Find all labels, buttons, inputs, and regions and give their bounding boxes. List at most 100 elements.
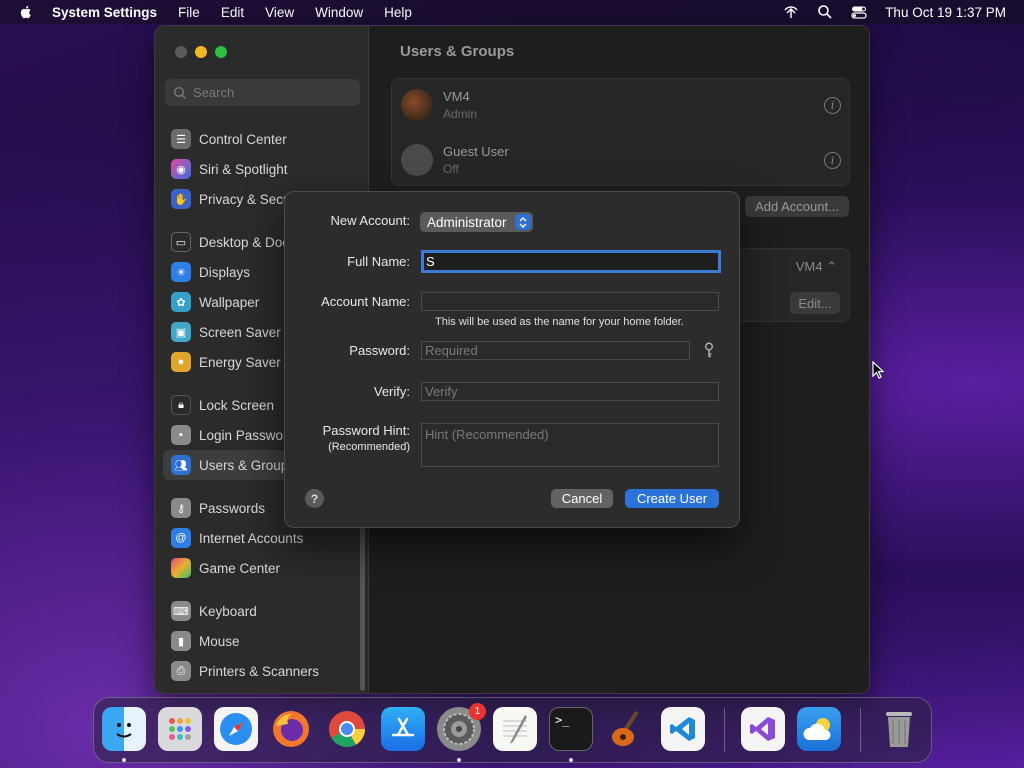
network-icon[interactable] [783, 4, 799, 20]
sidebar-item-label: Keyboard [199, 603, 257, 619]
apple-icon[interactable] [18, 4, 34, 20]
mouse-cursor-icon [872, 361, 884, 379]
close-button[interactable] [175, 46, 187, 58]
menu-app-name[interactable]: System Settings [52, 5, 157, 20]
sidebar-item-label: Desktop & Dock [199, 234, 296, 250]
chevron-updown-icon [515, 214, 531, 230]
control-center-icon[interactable] [851, 4, 867, 20]
account-name-hint: This will be used as the name for your h… [435, 316, 684, 328]
create-user-button[interactable]: Create User [625, 489, 719, 508]
menu-bar: System Settings File Edit View Window He… [0, 0, 1024, 24]
info-icon[interactable]: i [824, 151, 841, 169]
password-hint-label: Password Hint: [322, 423, 410, 438]
trash-icon[interactable] [877, 707, 921, 751]
help-button[interactable]: ? [305, 489, 324, 508]
app-store-icon[interactable] [381, 707, 425, 751]
avatar [401, 144, 433, 176]
password-field[interactable]: Required [421, 341, 690, 360]
menu-view[interactable]: View [265, 5, 294, 20]
menu-help[interactable]: Help [384, 5, 412, 20]
user-row-guest[interactable]: Guest User Off i [401, 138, 841, 182]
add-account-button[interactable]: Add Account... [745, 196, 849, 217]
vscode-icon[interactable] [661, 707, 705, 751]
chrome-icon[interactable] [325, 707, 369, 751]
account-type-popup[interactable]: Administrator [420, 212, 533, 232]
search-icon[interactable] [817, 4, 833, 20]
search-icon [173, 86, 187, 99]
account-type-value: Administrator [427, 214, 507, 230]
launchpad-icon[interactable] [158, 707, 202, 751]
dock-icon: ▭ [171, 232, 191, 252]
textedit-icon[interactable] [493, 707, 537, 751]
full-name-label: Full Name: [347, 254, 410, 269]
sidebar-item-label: Printers & Scanners [199, 663, 320, 679]
auto-login-value: VM4 [795, 259, 823, 274]
safari-icon[interactable] [214, 707, 258, 751]
verify-label: Verify: [373, 384, 410, 399]
game-center-icon [171, 558, 191, 578]
sidebar-item-mouse[interactable]: ▮ Mouse [163, 626, 363, 656]
key-icon: ⚷ [171, 498, 191, 518]
lock-icon: 🔒︎ [171, 395, 191, 415]
control-center-icon: ☰ [171, 129, 191, 149]
menu-clock[interactable]: Thu Oct 19 1:37 PM [885, 5, 1006, 20]
minimize-button[interactable] [195, 46, 207, 58]
user-role: Off [443, 162, 459, 176]
garageband-icon[interactable] [605, 707, 649, 751]
keyboard-icon: ⌨ [171, 601, 191, 621]
zoom-button[interactable] [215, 46, 227, 58]
menu-edit[interactable]: Edit [221, 5, 244, 20]
sidebar-scrollbar[interactable] [360, 526, 365, 691]
menu-file[interactable]: File [178, 5, 200, 20]
sidebar-item-label: Displays [199, 264, 251, 280]
sidebar-item-label: Login Password [199, 427, 296, 443]
info-icon[interactable]: i [824, 96, 841, 114]
verify-field[interactable]: Verify [421, 382, 719, 401]
auto-login-select[interactable]: VM4 ⌃ [796, 259, 837, 275]
cancel-button[interactable]: Cancel [551, 489, 613, 508]
firefox-icon[interactable] [269, 707, 313, 751]
sidebar-item-label: Users & Groups [199, 457, 296, 473]
weather-icon[interactable] [797, 707, 841, 751]
password-label: Password: [349, 343, 410, 358]
sidebar-item-game-center[interactable]: Game Center [163, 553, 363, 583]
terminal-icon[interactable]: >_ [549, 707, 593, 751]
at-icon: @ [171, 528, 191, 548]
sidebar-search[interactable]: Search [165, 79, 360, 106]
key-icon[interactable] [703, 342, 715, 359]
sidebar-item-control-center[interactable]: ☰ Control Center [163, 124, 363, 154]
password-hint-sublabel: (Recommended) [328, 441, 410, 453]
menu-window[interactable]: Window [315, 5, 363, 20]
hint-placeholder: Hint (Recommended) [425, 427, 549, 442]
user-name: Guest User [443, 144, 509, 159]
finder-icon[interactable] [102, 707, 146, 751]
new-account-label: New Account: [330, 213, 411, 228]
account-name-label: Account Name: [321, 294, 410, 309]
sidebar-item-printers[interactable]: ⎙ Printers & Scanners [163, 656, 363, 686]
user-row-vm4[interactable]: VM4 Admin i [401, 83, 841, 127]
flower-icon: ✿ [171, 292, 191, 312]
password-placeholder: Required [425, 343, 478, 358]
sidebar-item-label: Passwords [199, 500, 266, 516]
visual-studio-icon[interactable] [741, 707, 785, 751]
account-name-field[interactable] [421, 292, 719, 311]
users-list: VM4 Admin i Guest User Off i [391, 78, 850, 186]
sidebar-item-siri[interactable]: ◉ Siri & Spotlight [163, 154, 363, 184]
sidebar-item-label: Lock Screen [199, 397, 275, 413]
siri-icon: ◉ [171, 159, 191, 179]
sidebar-item-label: Wallpaper [199, 294, 260, 310]
mouse-icon: ▮ [171, 631, 191, 651]
window-controls [175, 46, 227, 58]
sidebar-item-label: Internet Accounts [199, 530, 304, 546]
sun-icon: ☀ [171, 262, 191, 282]
edit-button[interactable]: Edit... [790, 292, 840, 314]
bulb-icon: ● [171, 352, 191, 372]
sidebar-item-label: Control Center [199, 131, 287, 147]
password-hint-field[interactable]: Hint (Recommended) [421, 423, 719, 467]
sidebar-item-keyboard[interactable]: ⌨ Keyboard [163, 596, 363, 626]
notification-badge: 1 [469, 703, 486, 720]
full-name-field[interactable]: S [421, 250, 721, 273]
user-role: Admin [443, 107, 478, 121]
avatar [401, 89, 433, 121]
screen-saver-icon: ▣ [171, 322, 191, 342]
